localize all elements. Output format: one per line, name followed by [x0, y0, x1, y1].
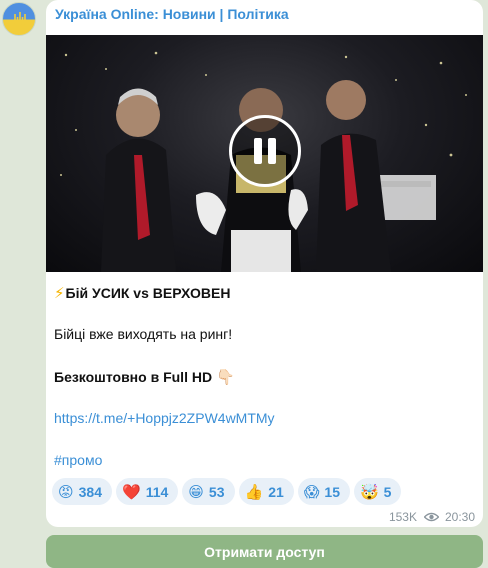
channel-name[interactable]: Україна Online: Новини | Політика — [55, 6, 289, 22]
video-player[interactable] — [46, 35, 483, 272]
message-line-bold-text: Безкоштовно в Full HD — [54, 369, 213, 385]
reaction-heart[interactable]: ❤️ 114 — [116, 478, 179, 505]
screaming-face-icon: 😱 — [303, 483, 320, 501]
reaction-scream[interactable]: 😱 15 — [297, 478, 350, 505]
hashtag[interactable]: #промо — [54, 452, 102, 468]
reaction-grin[interactable]: 😁 53 — [182, 478, 235, 505]
view-count: 153K — [388, 510, 417, 524]
reaction-count: 5 — [383, 483, 392, 500]
message-meta: 153K 20:30 — [389, 510, 475, 524]
reaction-count: 384 — [78, 483, 102, 500]
message-bubble: Україна Online: Новини | Політика ⚡Бій У… — [46, 0, 483, 527]
thumbs-up-icon: 👍 — [244, 483, 264, 501]
angry-face-icon: 😡 — [58, 483, 74, 501]
eye-icon — [423, 512, 439, 522]
exploding-head-icon: 🤯 — [359, 483, 379, 501]
grinning-face-icon: 😁 — [188, 483, 204, 501]
reaction-angry[interactable]: 😡 384 — [52, 478, 112, 505]
reaction-count: 114 — [145, 483, 169, 500]
message-line-bold: Безкоштовно в Full HD 👇🏻 — [54, 368, 235, 386]
message-time: 20:30 — [444, 510, 475, 524]
heart-icon: ❤️ — [122, 483, 141, 501]
reaction-count: 21 — [268, 483, 284, 500]
reaction-mind-blown[interactable]: 🤯 5 — [353, 478, 402, 505]
message-title-row: ⚡Бій УСИК vs ВЕРХОВЕН — [54, 284, 230, 302]
pointing-down-icon: 👇🏻 — [216, 369, 235, 386]
reaction-count: 53 — [208, 483, 225, 500]
message-title: Бій УСИК vs ВЕРХОВЕН — [65, 285, 231, 301]
pause-button[interactable] — [229, 115, 301, 187]
message-line: Бійці вже виходять на ринг! — [54, 326, 233, 342]
invite-link[interactable]: https://t.me/+Hoppjz2ZPW4wMTMy — [54, 410, 275, 426]
reaction-count: 15 — [324, 483, 340, 500]
reactions-bar: 😡 384 ❤️ 114 😁 53 👍 21 😱 15 🤯 5 — [52, 478, 402, 505]
get-access-button[interactable]: Отримати доступ — [46, 535, 483, 568]
trident-icon — [14, 12, 26, 27]
pause-icon — [254, 138, 262, 164]
lightning-icon: ⚡ — [54, 285, 65, 302]
reaction-thumbs-up[interactable]: 👍 21 — [238, 478, 294, 505]
channel-avatar[interactable] — [2, 2, 36, 36]
